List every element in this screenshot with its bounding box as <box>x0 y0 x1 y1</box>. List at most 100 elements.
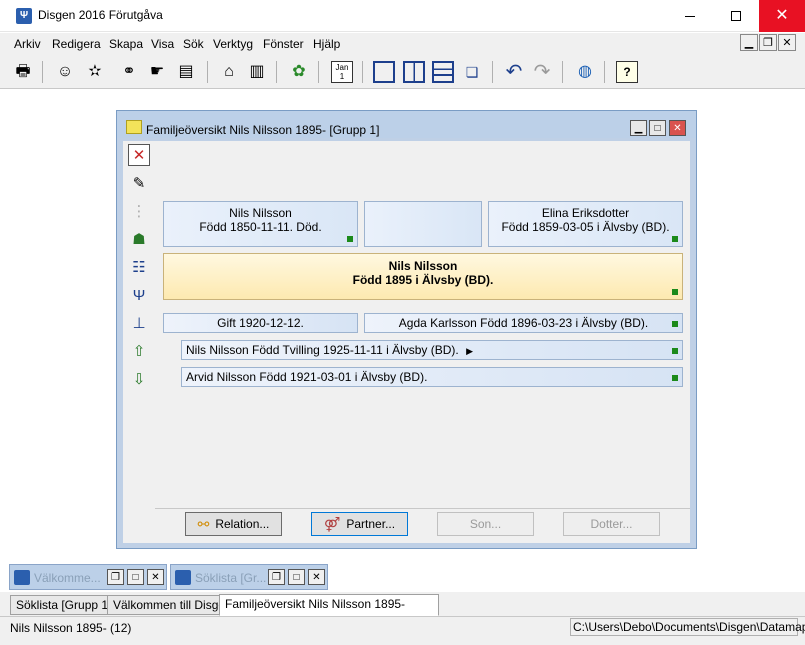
app-icon <box>175 570 191 585</box>
child-text: Arvid Nilsson Född 1921-03-01 i Älvsby (… <box>186 370 428 384</box>
toolbar-separator <box>362 61 363 83</box>
menu-verktyg[interactable]: Verktyg <box>213 37 253 51</box>
marriage-text: Gift 1920-12-12. <box>217 316 304 330</box>
main-person-info: Född 1895 i Älvsby (BD). <box>352 273 494 287</box>
person-add-icon[interactable]: ✫ <box>84 61 106 83</box>
hand-icon[interactable]: ☛ <box>146 61 168 83</box>
child-row[interactable]: Nils Nilsson Född Tvilling 1925-11-11 i … <box>181 340 683 360</box>
toolbar-separator <box>562 61 563 83</box>
family-group-icon[interactable]: ☗ <box>128 228 150 250</box>
search-up-icon[interactable]: ⇧ <box>128 340 150 362</box>
minimized-title: Välkomme... <box>34 571 101 585</box>
relation-icon: ⚯ <box>197 515 210 532</box>
partner-button[interactable]: ⚤ Partner... <box>311 512 408 536</box>
close-button[interactable]: ✕ <box>147 569 164 585</box>
status-marker <box>347 236 353 242</box>
child-text: Nils Nilsson Född Tvilling 1925-11-11 i … <box>186 343 459 357</box>
relation-button[interactable]: ⚯ Relation... <box>185 512 282 536</box>
menu-arkiv[interactable]: Arkiv <box>14 37 41 51</box>
mother-info: Född 1859-03-05 i Älvsby (BD). <box>501 220 670 234</box>
child-close-button[interactable]: ✕ <box>669 120 686 136</box>
menu-hjalp[interactable]: Hjälp <box>313 37 340 51</box>
search-down-icon[interactable]: ⇩ <box>128 368 150 390</box>
father-info: Född 1850-11-11. Död. <box>199 220 322 234</box>
list-icon[interactable]: ☷ <box>128 256 150 278</box>
edit-note-icon[interactable]: ✎ <box>128 172 150 194</box>
main-person-name: Nils Nilsson <box>388 259 458 273</box>
print-icon[interactable]: 🖶 <box>12 61 34 83</box>
spouse-card[interactable]: Agda Karlsson Född 1896-03-23 i Älvsby (… <box>364 313 683 333</box>
status-marker <box>672 348 678 354</box>
ancestor-tree-icon[interactable]: Ψ <box>128 284 150 306</box>
restore-button[interactable]: ❐ <box>107 569 124 585</box>
person-icon[interactable]: ☺ <box>54 61 76 83</box>
menu-sok[interactable]: Sök <box>183 37 204 51</box>
home-icon[interactable]: ⌂ <box>218 61 240 83</box>
child-maximize-button[interactable]: □ <box>649 120 666 136</box>
tab-familjeoversikt[interactable]: Familjeöversikt Nils Nilsson 1895- [Grup… <box>219 594 439 629</box>
menu-fonster[interactable]: Fönster <box>263 37 304 51</box>
dotter-label: Dotter... <box>590 517 633 531</box>
mdi-close-button[interactable]: ✕ <box>778 34 796 51</box>
child-minimize-button[interactable]: ▁ <box>630 120 647 136</box>
menu-redigera[interactable]: Redigera <box>52 37 101 51</box>
books-icon[interactable]: ▥ <box>246 61 268 83</box>
minimize-icon <box>685 15 695 17</box>
menu-skapa[interactable]: Skapa <box>109 37 143 51</box>
toolbar-separator <box>492 61 493 83</box>
menu-visa[interactable]: Visa <box>151 37 174 51</box>
mdi-minimize-button[interactable]: ▁ <box>740 34 758 51</box>
app-icon: Ψ <box>16 8 32 24</box>
family-overview-title: Familjeöversikt Nils Nilsson 1895- [Grup… <box>146 123 380 137</box>
relation-label: Relation... <box>215 517 270 531</box>
maximize-button[interactable]: □ <box>288 569 305 585</box>
empty-parent-card[interactable] <box>364 201 482 247</box>
mother-card[interactable]: Elina Eriksdotter Född 1859-03-05 i Älvs… <box>488 201 683 247</box>
partner-label: Partner... <box>346 517 396 531</box>
status-marker <box>672 236 678 242</box>
status-path: C:\Users\Debo\Documents\Disgen\Datamapp <box>570 618 805 636</box>
calendar-icon[interactable]: Jan 1 <box>331 61 353 83</box>
status-marker <box>672 375 678 381</box>
help-icon[interactable]: ? <box>616 61 638 83</box>
mdi-restore-button[interactable]: ❐ <box>759 34 777 51</box>
marriage-card[interactable]: Gift 1920-12-12. <box>163 313 358 333</box>
delete-icon[interactable]: ✕ <box>128 144 150 166</box>
toolbar-separator <box>42 61 43 83</box>
son-button: Son... <box>437 512 534 536</box>
minimized-title: Söklista [Gr... <box>195 571 267 585</box>
minimized-window-valkommen[interactable]: Välkomme... ❐ □ ✕ <box>9 564 167 590</box>
globe-icon[interactable]: ◍ <box>574 61 596 83</box>
redo-icon: ↷ <box>533 61 551 83</box>
partner-icon: ⚤ <box>323 515 341 532</box>
maximize-button[interactable]: □ <box>127 569 144 585</box>
minimized-window-soklista[interactable]: Söklista [Gr... ❐ □ ✕ <box>170 564 328 590</box>
layout-2-icon[interactable] <box>403 61 425 83</box>
child-row[interactable]: Arvid Nilsson Född 1921-03-01 i Älvsby (… <box>181 367 683 387</box>
binoculars-icon[interactable]: ⚭ <box>118 61 140 83</box>
maximize-button[interactable] <box>713 0 759 32</box>
maximize-icon <box>731 11 741 21</box>
restore-button[interactable]: ❐ <box>268 569 285 585</box>
toolbar-separator <box>276 61 277 83</box>
layout-1-icon[interactable] <box>373 61 395 83</box>
close-button[interactable]: ✕ <box>308 569 325 585</box>
undo-icon[interactable]: ↶ <box>503 61 525 83</box>
book-icon[interactable]: ▤ <box>175 61 197 83</box>
minimize-button[interactable] <box>667 0 713 32</box>
main-person-card[interactable]: Nils Nilsson Född 1895 i Älvsby (BD). <box>163 253 683 300</box>
father-card[interactable]: Nils Nilsson Född 1850-11-11. Död. <box>163 201 358 247</box>
status-marker <box>672 321 678 327</box>
close-button[interactable]: ✕ <box>759 0 805 32</box>
status-person: Nils Nilsson 1895- (12) <box>10 621 132 635</box>
family-overview-icon <box>126 120 142 134</box>
layout-3-icon[interactable] <box>432 61 454 83</box>
descendant-tree-icon[interactable]: ⊥ <box>128 312 150 334</box>
more-arrow-icon: ▶ <box>466 346 474 356</box>
map-icon[interactable]: ✿ <box>288 61 310 83</box>
layout-4-icon[interactable]: ❏ <box>461 61 483 83</box>
toolbar-separator <box>207 61 208 83</box>
spouse-text: Agda Karlsson Född 1896-03-23 i Älvsby (… <box>398 316 649 330</box>
tab-soklista[interactable]: Söklista [Grupp 1] <box>10 595 118 615</box>
son-label: Son... <box>469 517 502 531</box>
